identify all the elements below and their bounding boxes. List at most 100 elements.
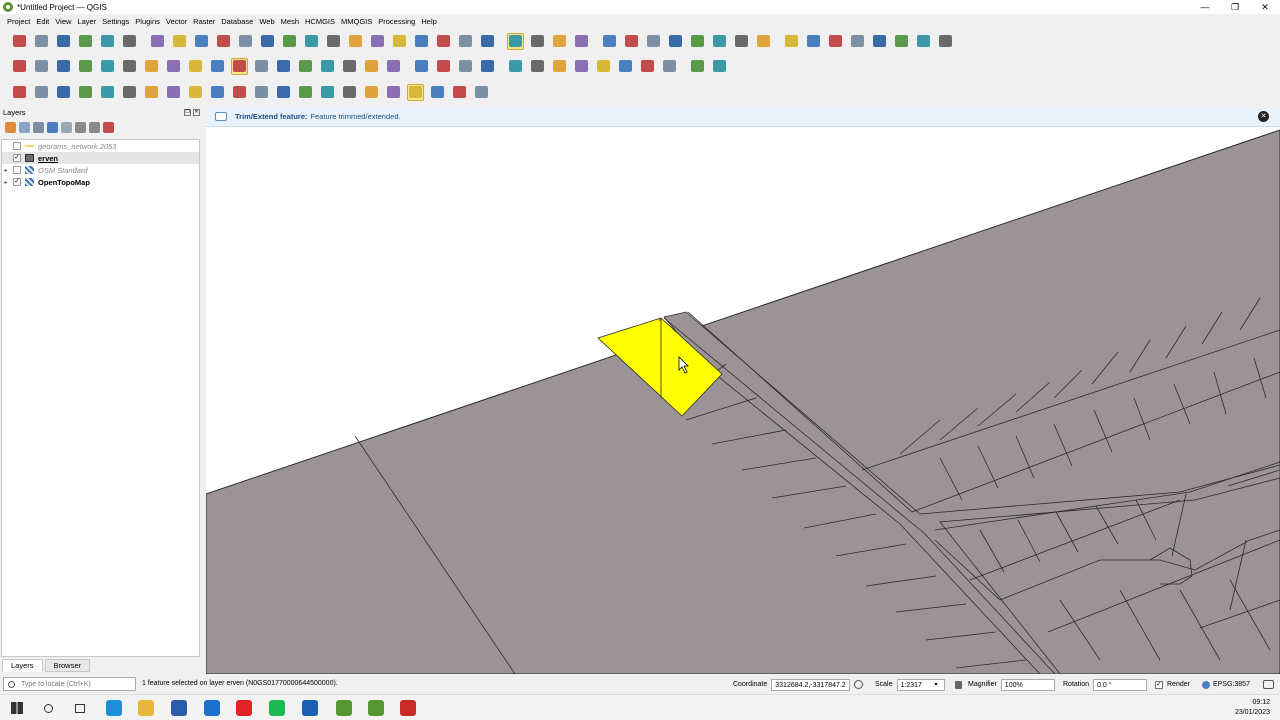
delete-selected-button[interactable] — [275, 58, 292, 75]
file-explorer-icon[interactable] — [138, 700, 154, 716]
crs-label[interactable]: EPSG:3857 — [1213, 681, 1250, 688]
new-map-view-button[interactable] — [369, 33, 386, 50]
menu-hcmgis[interactable]: HCMGIS — [305, 17, 335, 26]
add-polygon-button[interactable] — [209, 58, 226, 75]
attribute-table-button[interactable] — [623, 33, 640, 50]
zoom-to-layer-button[interactable] — [281, 33, 298, 50]
mail-icon[interactable] — [204, 700, 220, 716]
menu-mmqgis[interactable]: MMQGIS — [341, 17, 372, 26]
expand-all-icon[interactable] — [75, 122, 86, 133]
select-features-button[interactable] — [506, 32, 524, 50]
menu-raster[interactable]: Raster — [193, 17, 215, 26]
copy-button[interactable] — [319, 58, 336, 75]
settings-button[interactable] — [645, 33, 662, 50]
map-tips-button[interactable] — [733, 33, 750, 50]
magnifier-input[interactable]: 100% — [1000, 678, 1055, 691]
new-bookmark-button[interactable] — [413, 33, 430, 50]
collapse-all-icon[interactable] — [89, 122, 100, 133]
zoom-full-button[interactable] — [237, 33, 254, 50]
undo-button[interactable] — [363, 58, 380, 75]
rotate-point-button[interactable] — [187, 84, 204, 101]
save-project-button[interactable] — [55, 33, 72, 50]
menu-database[interactable]: Database — [221, 17, 253, 26]
measure-button[interactable] — [711, 33, 728, 50]
clear-button[interactable] — [893, 33, 910, 50]
pan-to-selection-button[interactable] — [171, 33, 188, 50]
tab-browser[interactable]: Browser — [44, 659, 91, 672]
toggle-editing-button[interactable] — [143, 58, 160, 75]
app-icon[interactable] — [400, 700, 416, 716]
style-manager-button[interactable] — [121, 33, 138, 50]
menu-layer[interactable]: Layer — [77, 17, 96, 26]
globe-button[interactable] — [661, 58, 678, 75]
split-parts-button[interactable] — [121, 84, 138, 101]
label-show-button[interactable] — [457, 58, 474, 75]
label-pin-button[interactable] — [435, 58, 452, 75]
edge-icon[interactable] — [106, 700, 122, 716]
style-brush-icon[interactable] — [5, 122, 16, 133]
dem-button[interactable] — [639, 58, 656, 75]
rotation-input[interactable]: 0.0 ° — [1093, 678, 1148, 691]
new-mesh-button[interactable] — [99, 58, 116, 75]
reshape-button[interactable] — [341, 84, 358, 101]
snapping-button[interactable] — [783, 33, 800, 50]
layer-visibility-checkbox[interactable] — [13, 142, 21, 150]
binoculars-button[interactable] — [617, 58, 634, 75]
split-button[interactable] — [871, 33, 888, 50]
topology-button[interactable] — [827, 33, 844, 50]
system-clock[interactable]: 09:12 23/01/2023 — [1235, 698, 1270, 718]
search-icon[interactable] — [40, 700, 56, 716]
open-project-button[interactable] — [33, 33, 50, 50]
add-ring-button[interactable] — [231, 84, 248, 101]
vertex-tool-button[interactable] — [230, 57, 248, 75]
globe-icon[interactable] — [1202, 680, 1210, 689]
cut-button[interactable] — [297, 58, 314, 75]
youtube-icon[interactable] — [236, 700, 252, 716]
trace-button[interactable] — [805, 33, 822, 50]
reshape-button[interactable] — [937, 33, 954, 50]
tab-layers[interactable]: Layers — [2, 659, 43, 672]
map-canvas[interactable]: × — [206, 107, 1280, 674]
split-feature-button[interactable] — [385, 84, 402, 101]
select-by-location-button[interactable] — [573, 33, 590, 50]
new-virtual-button[interactable] — [55, 58, 72, 75]
new-shapefile-button[interactable] — [77, 58, 94, 75]
redo-button[interactable] — [385, 58, 402, 75]
spotify-icon[interactable] — [269, 700, 285, 716]
print-layout-button[interactable] — [99, 33, 116, 50]
reshape-features-button[interactable] — [77, 84, 94, 101]
menu-plugins[interactable]: Plugins — [135, 17, 160, 26]
layer-visibility-checkbox[interactable]: ✓ — [13, 178, 21, 186]
georeferencer-button[interactable] — [507, 58, 524, 75]
deselect-button[interactable] — [551, 33, 568, 50]
paste-button[interactable] — [341, 58, 358, 75]
close-window-button[interactable]: ✕ — [1250, 0, 1280, 14]
more-button[interactable] — [479, 58, 496, 75]
advanced-digitize-button[interactable] — [11, 84, 28, 101]
add-group-icon[interactable] — [19, 122, 30, 133]
zoom-in-button[interactable] — [193, 33, 210, 50]
minimize-button[interactable]: — — [1190, 0, 1220, 14]
menu-view[interactable]: View — [55, 17, 71, 26]
store-icon[interactable] — [171, 700, 187, 716]
merge-attributes-button[interactable] — [165, 84, 182, 101]
save-as-button[interactable] — [77, 33, 94, 50]
data-source-manager-button[interactable] — [11, 58, 28, 75]
delete-part-button[interactable] — [319, 84, 336, 101]
layer-row[interactable]: georams_network 2053 — [2, 140, 199, 152]
render-checkbox[interactable]: ✓ — [1155, 680, 1163, 689]
temporal-button[interactable] — [457, 33, 474, 50]
filter-icon[interactable] — [47, 122, 58, 133]
layer-row[interactable]: ▸ ✓ OpenTopoMap — [2, 176, 199, 188]
more2-button[interactable] — [473, 84, 490, 101]
menu-mesh[interactable]: Mesh — [281, 17, 299, 26]
split-features-button[interactable] — [99, 84, 116, 101]
select-by-value-button[interactable] — [529, 33, 546, 50]
current-edits-button[interactable] — [165, 58, 182, 75]
coordinate-input[interactable]: 3312684.2,-3317847.2 — [771, 678, 851, 691]
task-view-icon[interactable] — [72, 700, 88, 716]
menu-project[interactable]: Project — [7, 17, 30, 26]
statistics-button[interactable] — [667, 33, 684, 50]
menu-vector[interactable]: Vector — [166, 17, 187, 26]
menu-web[interactable]: Web — [259, 17, 274, 26]
